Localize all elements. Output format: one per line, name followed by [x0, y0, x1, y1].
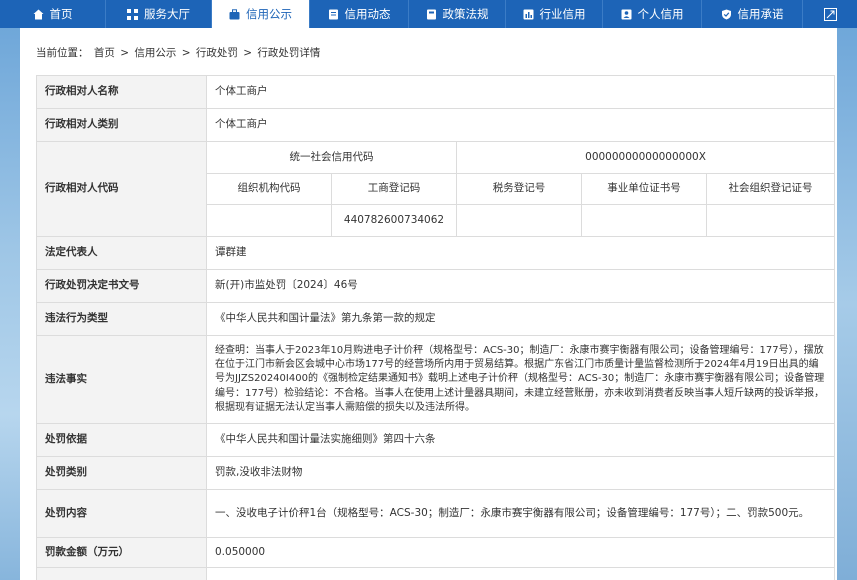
tax-reg-label: 税务登记号 [456, 173, 582, 205]
next-row-label [36, 567, 207, 580]
violation-type-value: 《中华人民共和国计量法》第九条第一款的规定 [205, 302, 836, 336]
table-row: 处罚类别 罚款,没收非法财物 [36, 456, 836, 490]
org-code-value [206, 204, 332, 237]
nav-label: 政策法规 [442, 7, 489, 21]
table-row: 违法行为类型 《中华人民共和国计量法》第九条第一款的规定 [36, 302, 836, 336]
nav-label: 首页 [49, 7, 73, 21]
violation-type-label: 违法行为类型 [36, 302, 207, 336]
nav-label: 信用公示 [246, 7, 292, 21]
table-row [36, 567, 836, 580]
nav-item-policies[interactable]: 政策法规 [409, 0, 506, 28]
breadcrumb-current: 行政处罚详情 [257, 47, 321, 59]
breadcrumb-prefix: 当前位置： [36, 47, 89, 59]
content-value: 一、没收电子计价秤1台（规格型号：ACS-30；制造厂：永康市赛宇衡器有限公司；… [205, 489, 836, 538]
facts-label: 违法事实 [36, 335, 207, 424]
table-row: 行政相对人名称 个体工商户 [36, 75, 836, 109]
table-row: 处罚依据 《中华人民共和国计量法实施细则》第四十六条 [36, 423, 836, 457]
table-row: 行政相对人代码 统一社会信用代码 00000000000000000X [36, 141, 836, 237]
fullscreen-button[interactable] [803, 0, 857, 28]
briefcase-icon [229, 8, 240, 20]
nav-label: 信用承诺 [737, 7, 784, 21]
facts-value: 经查明：当事人于2023年10月购进电子计价秤（规格型号：ACS-30；制造厂：… [205, 335, 836, 424]
tax-reg-value [456, 204, 582, 237]
table-row: 行政相对人类别 个体工商户 [36, 108, 836, 142]
table-row: 行政处罚决定书文号 新(开)市监处罚〔2024〕46号 [36, 269, 836, 303]
shield-icon [721, 9, 732, 20]
category-value: 罚款,没收非法财物 [205, 456, 836, 490]
breadcrumb-separator: > [181, 47, 191, 59]
legal-rep-value: 谭群建 [205, 236, 836, 270]
breadcrumb-link-penalty[interactable]: 行政处罚 [196, 47, 238, 59]
doc-no-label: 行政处罚决定书文号 [36, 269, 207, 303]
name-value: 个体工商户 [205, 75, 836, 109]
type-label: 行政相对人类别 [36, 108, 207, 142]
basis-value: 《中华人民共和国计量法实施细则》第四十六条 [205, 423, 836, 457]
nav-item-service-hall[interactable]: 服务大厅 [106, 0, 212, 28]
basis-label: 处罚依据 [36, 423, 207, 457]
legal-rep-label: 法定代表人 [36, 236, 207, 270]
background-right [837, 28, 857, 580]
breadcrumb-link-credit-publicity[interactable]: 信用公示 [134, 47, 176, 59]
nav-item-industry-credit[interactable]: 行业信用 [506, 0, 603, 28]
bar-chart-icon [523, 9, 534, 20]
next-row-value [205, 567, 836, 580]
home-icon [33, 9, 44, 20]
nav-label: 个人信用 [637, 7, 684, 21]
document-icon [328, 9, 339, 20]
nav-item-credit-news[interactable]: 信用动态 [310, 0, 409, 28]
id-card-icon [621, 9, 632, 20]
content-panel: 当前位置： 首页 > 信用公示 > 行政处罚 > 行政处罚详情 行政相对人名称 … [20, 28, 837, 580]
doc-no-value: 新(开)市监处罚〔2024〕46号 [205, 269, 836, 303]
org-code-label: 组织机构代码 [206, 173, 332, 205]
type-value: 个体工商户 [205, 108, 836, 142]
nav-label: 信用动态 [344, 7, 391, 21]
nav-item-credit-publicity[interactable]: 信用公示 [212, 0, 310, 28]
nav-label: 行业信用 [539, 7, 586, 21]
inst-cert-value [581, 204, 707, 237]
uscc-label: 统一社会信用代码 [206, 141, 457, 174]
book-icon [426, 9, 437, 20]
nav-label: 服务大厅 [144, 7, 190, 21]
table-row: 罚款金额（万元） 0.050000 [36, 537, 836, 568]
fine-label: 罚款金额（万元） [36, 537, 207, 568]
nav-item-personal-credit[interactable]: 个人信用 [603, 0, 702, 28]
penalty-detail-table: 行政相对人名称 个体工商户 行政相对人类别 个体工商户 行政相对人代码 统一社会… [36, 75, 836, 580]
code-label: 行政相对人代码 [36, 141, 207, 237]
biz-reg-label: 工商登记码 [331, 173, 457, 205]
breadcrumb-separator: > [243, 47, 252, 59]
uscc-value: 00000000000000000X [455, 141, 836, 174]
nav-item-credit-commitment[interactable]: 信用承诺 [702, 0, 803, 28]
breadcrumb-separator: > [120, 47, 129, 59]
grid-icon [127, 8, 138, 20]
breadcrumb-link-home[interactable]: 首页 [94, 47, 115, 59]
inst-cert-label: 事业单位证书号 [581, 173, 707, 205]
breadcrumb: 当前位置： 首页 > 信用公示 > 行政处罚 > 行政处罚详情 [36, 45, 322, 60]
content-label: 处罚内容 [36, 489, 207, 538]
fine-value: 0.050000 [205, 537, 836, 568]
table-row: 违法事实 经查明：当事人于2023年10月购进电子计价秤（规格型号：ACS-30… [36, 335, 836, 424]
social-org-label: 社会组织登记证号 [705, 173, 836, 205]
expand-icon [823, 7, 837, 21]
top-nav: 首页 服务大厅 信用公示 信用动态 政策法规 行业信用 个人信用 信用承诺 [0, 0, 857, 28]
table-row: 法定代表人 谭群建 [36, 236, 836, 270]
nav-item-home[interactable]: 首页 [0, 0, 106, 28]
biz-reg-value: 440782600734062 [331, 204, 457, 237]
category-label: 处罚类别 [36, 456, 207, 490]
name-label: 行政相对人名称 [36, 75, 207, 109]
social-org-value [705, 204, 836, 237]
background-left [0, 28, 20, 580]
table-row: 处罚内容 一、没收电子计价秤1台（规格型号：ACS-30；制造厂：永康市赛宇衡器… [36, 489, 836, 538]
